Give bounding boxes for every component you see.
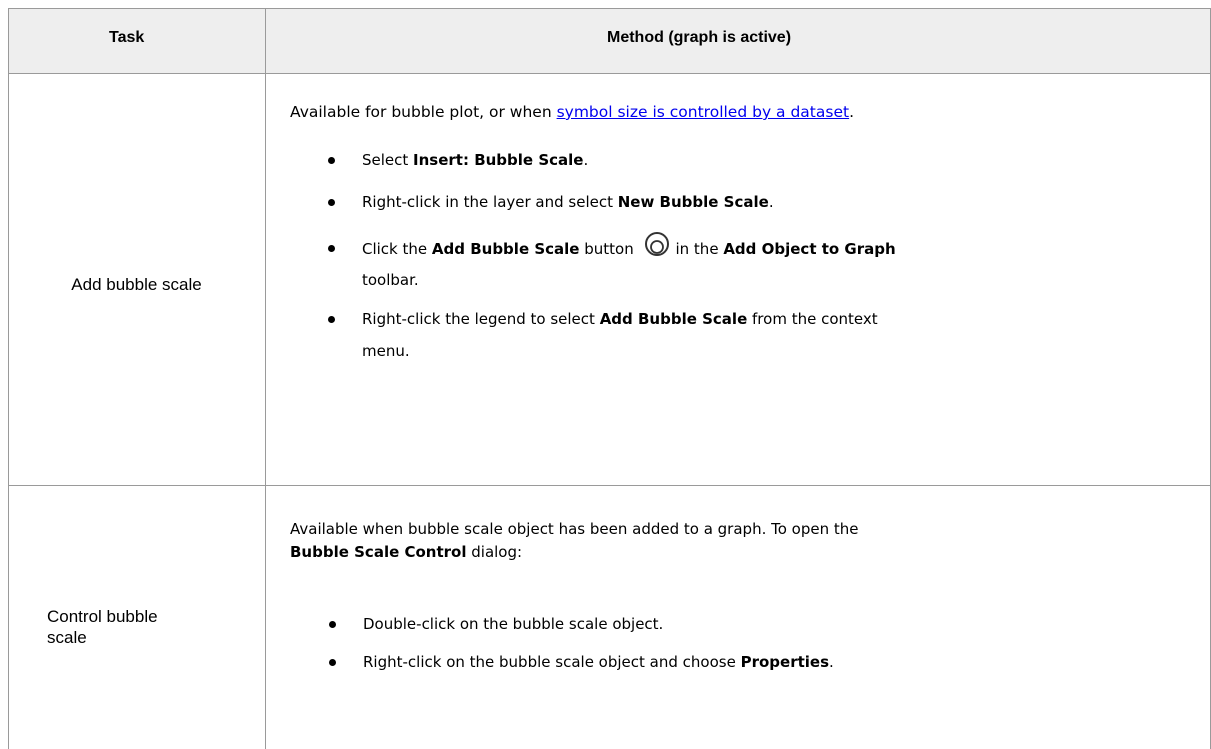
task-add-bubble-scale: Add bubble scale — [71, 275, 202, 294]
header-task: Task — [109, 29, 145, 46]
bubble-scale-icon — [641, 232, 675, 260]
row-divider — [8, 485, 1211, 486]
row1-intro: Available for bubble plot, or when symbo… — [290, 103, 855, 121]
header-divider — [8, 73, 1211, 74]
bullet-dot — [329, 659, 336, 666]
table-border-top — [8, 8, 1211, 9]
table-border-left — [8, 8, 9, 749]
column-divider — [265, 8, 266, 749]
bullet-dot — [328, 245, 335, 252]
methods-table: Task Method (graph is active) Add bubble… — [8, 8, 1211, 749]
bullet-dot — [328, 316, 335, 323]
row2-intro: Available when bubble scale object has b… — [290, 520, 859, 561]
bullet-dot — [328, 157, 335, 164]
task-control-bubble-scale: Control bubble scale — [47, 607, 158, 647]
symbol-size-link[interactable]: symbol size is controlled by a dataset — [557, 103, 850, 121]
bullet-dot — [328, 199, 335, 206]
bullet-dot — [329, 621, 336, 628]
header-method: Method (graph is active) — [607, 29, 792, 46]
